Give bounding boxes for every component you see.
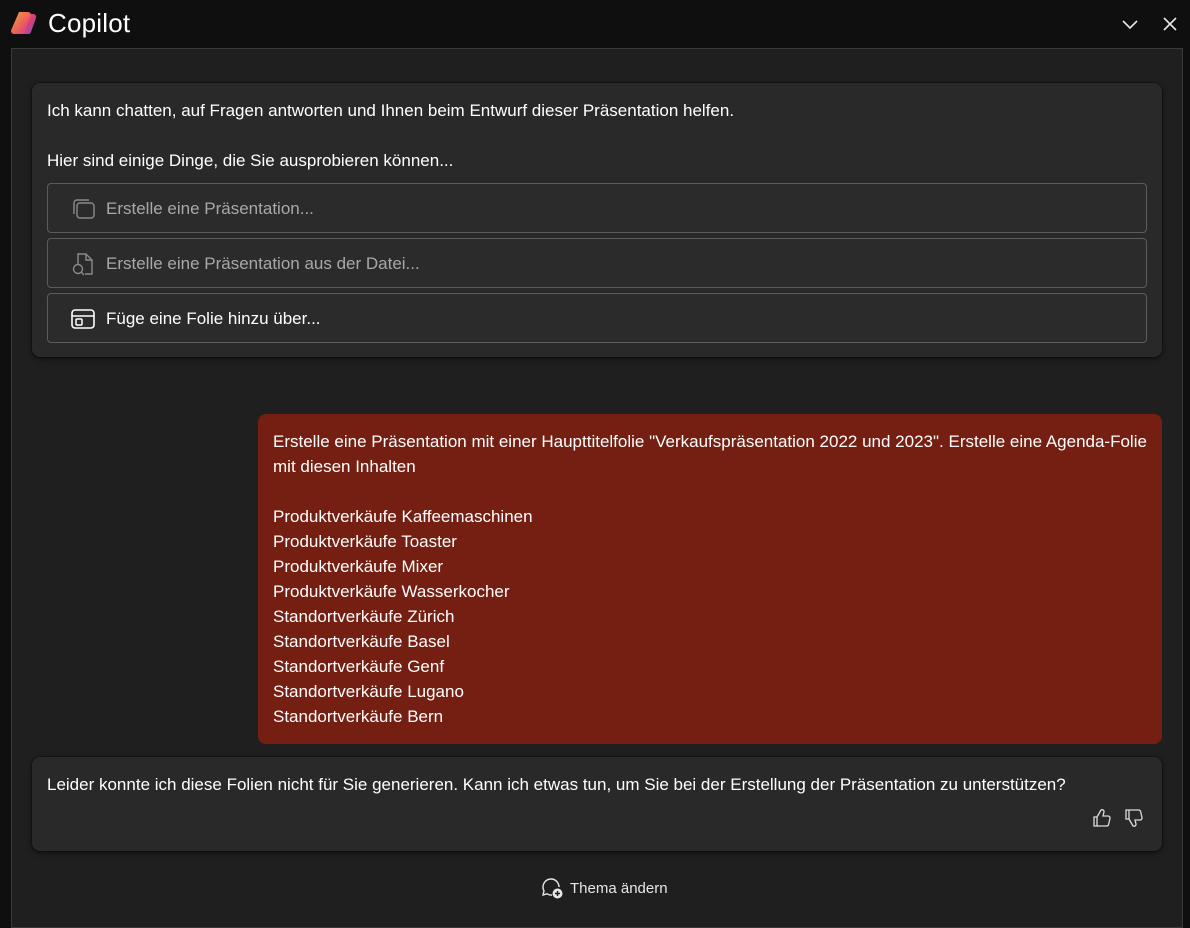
thumbs-up-icon	[1093, 809, 1111, 827]
dislike-button[interactable]	[1122, 807, 1144, 829]
close-button[interactable]	[1158, 12, 1182, 36]
slide-layout-icon	[71, 309, 95, 329]
new-chat-icon	[542, 878, 563, 899]
agenda-item: Standortverkäufe Zürich	[273, 607, 455, 626]
suggestion-create-from-file[interactable]: Erstelle eine Präsentation aus der Datei…	[47, 238, 1147, 288]
agenda-item: Standortverkäufe Lugano	[273, 682, 464, 701]
suggestion-add-slide[interactable]: Füge eine Folie hinzu über...	[47, 293, 1147, 343]
collapse-button[interactable]	[1118, 12, 1142, 36]
intro-card: Ich kann chatten, auf Fragen antworten u…	[32, 83, 1162, 357]
suggestions-heading: Hier sind einige Dinge, die Sie ausprobi…	[47, 151, 454, 170]
assistant-reply-card: Leider konnte ich diese Folien nicht für…	[32, 757, 1162, 851]
agenda-item: Standortverkäufe Bern	[273, 707, 444, 726]
suggestion-label: Füge eine Folie hinzu über...	[106, 309, 321, 328]
assistant-reply-text: Leider konnte ich diese Folien nicht für…	[47, 775, 1066, 794]
change-topic-label: Thema ändern	[570, 879, 668, 897]
suggestion-create-presentation[interactable]: Erstelle eine Präsentation...	[47, 183, 1147, 233]
agenda-item: Produktverkäufe Kaffeemaschinen	[273, 507, 533, 526]
title-bar: Copilot	[0, 0, 1190, 48]
file-search-icon	[72, 253, 93, 276]
slides-stack-icon	[73, 199, 95, 219]
copilot-logo-icon	[11, 12, 37, 35]
user-message-intro: Erstelle eine Präsentation mit einer Hau…	[273, 432, 1147, 476]
change-topic-button[interactable]: Thema ändern	[540, 875, 668, 901]
agenda-item: Produktverkäufe Mixer	[273, 557, 444, 576]
close-icon	[1163, 17, 1177, 31]
agenda-item: Produktverkäufe Wasserkocher	[273, 582, 510, 601]
user-message-bubble: Erstelle eine Präsentation mit einer Hau…	[258, 414, 1162, 744]
chat-pane: Ich kann chatten, auf Fragen antworten u…	[11, 48, 1183, 928]
intro-text: Ich kann chatten, auf Fragen antworten u…	[47, 101, 735, 120]
suggestion-label: Erstelle eine Präsentation...	[106, 199, 314, 218]
chevron-down-icon	[1122, 20, 1138, 30]
like-button[interactable]	[1090, 807, 1112, 829]
app-title: Copilot	[48, 8, 131, 38]
agenda-item: Standortverkäufe Basel	[273, 632, 450, 651]
thumbs-down-icon	[1125, 809, 1143, 827]
suggestion-label: Erstelle eine Präsentation aus der Datei…	[106, 254, 420, 273]
agenda-item: Produktverkäufe Toaster	[273, 532, 457, 551]
agenda-item: Standortverkäufe Genf	[273, 657, 445, 676]
